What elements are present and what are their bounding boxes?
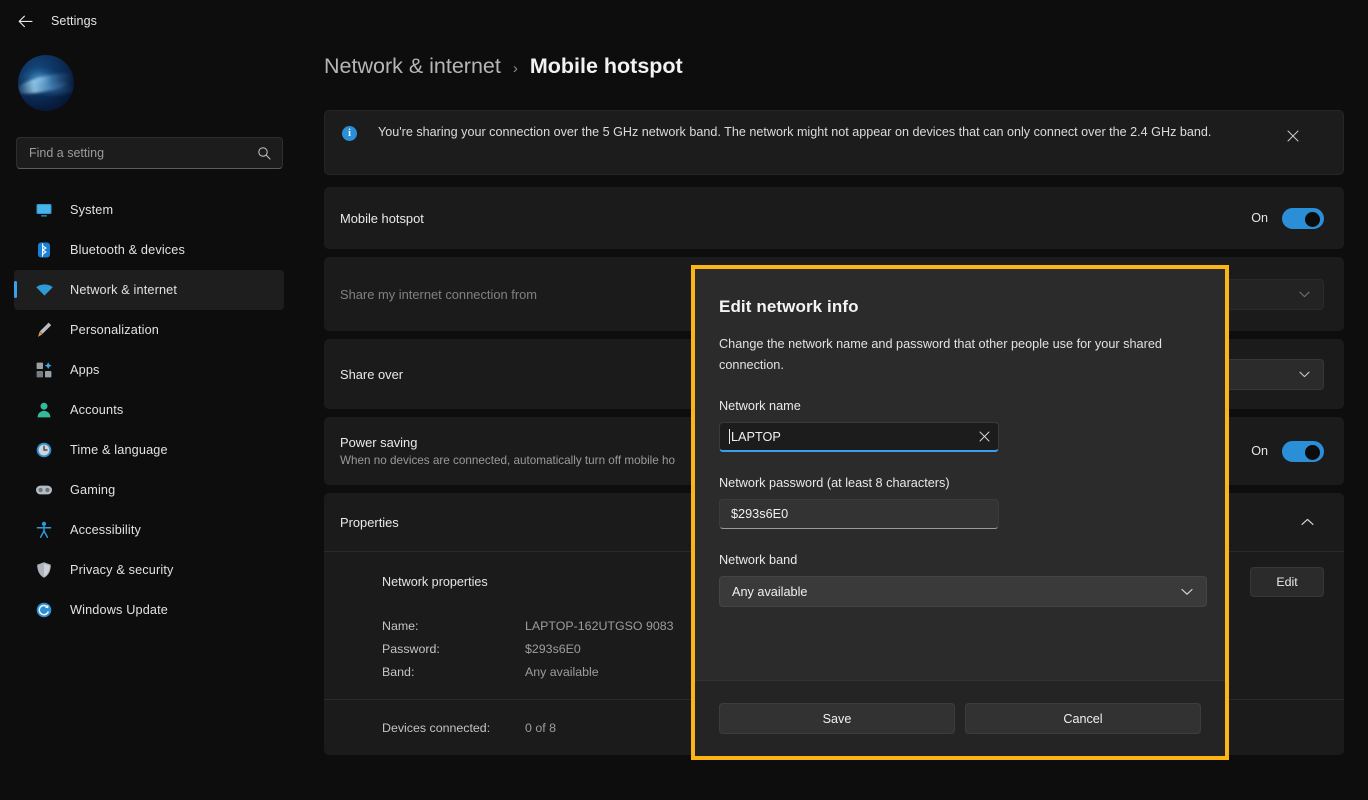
monitor-icon [34,200,54,220]
property-key: Name: [382,618,419,633]
accessibility-icon [34,520,54,540]
sidebar-item-label: Windows Update [70,603,169,617]
sidebar-item-accessibility[interactable]: Accessibility [14,510,284,550]
property-value: LAPTOP-162UTGSO 9083 [525,618,674,633]
bluetooth-icon [34,240,54,260]
sidebar-item-personalization[interactable]: Personalization [14,310,284,350]
toggle-state-label: On [1251,211,1268,225]
text-caret [729,429,730,445]
breadcrumb: Network & internet › Mobile hotspot [324,54,683,79]
sidebar-item-gaming[interactable]: Gaming [14,470,284,510]
info-icon: i [342,126,357,141]
clock-icon [34,440,54,460]
sidebar-item-label: Network & internet [70,283,178,297]
clear-network-name-icon[interactable] [970,423,998,450]
property-key: Password: [382,641,440,656]
sidebar-item-time-language[interactable]: Time & language [14,430,284,470]
property-key: Band: [382,664,415,679]
network-name-input[interactable]: LAPTOP [719,422,999,453]
network-name-value: LAPTOP [731,429,781,444]
breadcrumb-parent-link[interactable]: Network & internet [324,54,501,79]
properties-expander[interactable] [1290,505,1324,539]
toggle-knob [1305,444,1320,460]
sidebar-item-label: Accessibility [70,523,142,537]
save-button-label: Save [822,711,852,726]
edit-button-label: Edit [1276,575,1298,589]
sidebar-item-label: Personalization [70,323,159,337]
network-band-value: Any available [732,584,808,599]
sidebar-item-apps[interactable]: Apps [14,350,284,390]
sidebar-item-label: Accounts [70,403,124,417]
network-name-label: Network name [719,399,801,414]
row-mobile-hotspot: Mobile hotspot On [324,187,1344,249]
sidebar-nav: System Bluetooth & devices Network & int… [0,190,300,630]
sidebar-item-label: Gaming [70,483,116,497]
sidebar: Find a setting System Bluetooth & device… [0,42,300,800]
property-key: Devices connected: [382,720,491,735]
network-password-input[interactable]: $293s6E0 [719,499,999,530]
save-button[interactable]: Save [719,703,955,734]
network-password-label: Network password (at least 8 characters) [719,476,950,491]
avatar[interactable] [18,55,74,111]
info-banner-text: You're sharing your connection over the … [378,125,1212,139]
apps-grid-icon [34,360,54,380]
chevron-down-icon [1299,365,1310,383]
window-title: Settings [51,14,97,28]
card-mobile-hotspot: Mobile hotspot On [324,187,1344,249]
dialog-title: Edit network info [719,297,859,316]
sidebar-item-label: System [70,203,114,217]
paintbrush-icon [34,320,54,340]
person-icon [34,400,54,420]
network-band-label: Network band [719,553,798,568]
cancel-button[interactable]: Cancel [965,703,1201,734]
search-placeholder: Find a setting [29,146,105,160]
search-input[interactable]: Find a setting [16,137,283,169]
toggle-knob [1305,211,1320,227]
gamepad-icon [34,480,54,500]
property-value: $293s6E0 [525,641,581,656]
back-button[interactable] [8,6,42,36]
cancel-button-label: Cancel [1063,711,1103,726]
wifi-icon [34,280,54,300]
chevron-down-icon [1181,583,1193,601]
page-title: Mobile hotspot [529,54,683,78]
power-saving-toggle[interactable] [1282,440,1324,462]
sidebar-item-privacy-security[interactable]: Privacy & security [14,550,284,590]
sidebar-item-bluetooth-devices[interactable]: Bluetooth & devices [14,230,284,270]
edit-network-info-button[interactable]: Edit [1250,567,1324,597]
sidebar-item-label: Privacy & security [70,563,174,577]
network-band-dropdown[interactable]: Any available [719,576,1207,608]
mobile-hotspot-toggle[interactable] [1282,207,1324,229]
search-icon [257,146,271,160]
shield-icon [34,560,54,580]
sidebar-item-accounts[interactable]: Accounts [14,390,284,430]
sidebar-item-windows-update[interactable]: Windows Update [14,590,284,630]
sidebar-item-label: Bluetooth & devices [70,243,185,257]
network-password-value: $293s6E0 [731,507,789,522]
dialog-description: Change the network name and password tha… [719,337,1162,372]
sidebar-item-label: Apps [70,363,100,377]
row-label: Mobile hotspot [340,210,424,226]
chevron-up-icon [1300,513,1314,531]
breadcrumb-separator: › [512,60,518,77]
sidebar-item-system[interactable]: System [14,190,284,230]
title-bar: Settings [0,0,1368,42]
update-refresh-icon [34,600,54,620]
info-glyph: i [348,127,351,139]
property-value: 0 of 8 [525,720,557,735]
close-icon[interactable] [1278,121,1308,151]
info-banner: i You're sharing your connection over th… [324,110,1344,175]
chevron-down-icon [1299,285,1310,303]
edit-network-info-dialog: Edit network info Change the network nam… [691,265,1229,760]
dialog-body: Edit network info Change the network nam… [695,269,1225,680]
dialog-footer: Save Cancel [695,680,1225,756]
sidebar-item-label: Time & language [70,443,168,457]
property-value: Any available [525,664,599,679]
toggle-state-label: On [1251,444,1268,458]
sidebar-item-network-internet[interactable]: Network & internet [14,270,284,310]
settings-window: Settings Find a setting System Bluetooth… [0,0,1368,800]
arrow-left-icon [18,15,33,27]
